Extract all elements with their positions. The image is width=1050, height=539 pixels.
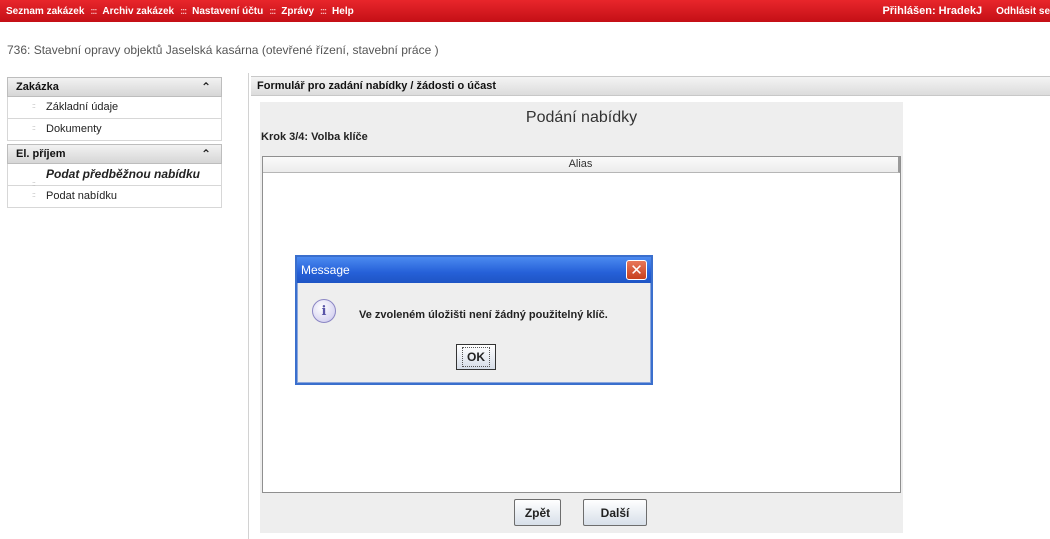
- bullet-icon: :::: [32, 103, 36, 110]
- sidebar-item-podat-predbeznou-nabidku[interactable]: ::: Podat předběžnou nabídku: [7, 164, 222, 188]
- dialog-title: Message: [301, 263, 350, 277]
- dialog-message: Ve zvoleném úložišti není žádný použitel…: [359, 309, 608, 321]
- dialog-title-bar[interactable]: Message ✕: [297, 257, 651, 283]
- sidebar-item-label: Základní údaje: [46, 101, 119, 113]
- logged-in-user: Přihlášen: HradekJ: [882, 5, 983, 17]
- collapse-chevron-icon[interactable]: ⌃: [201, 147, 211, 161]
- top-navigation-bar: Seznam zakázek ::: Archiv zakázek ::: Na…: [0, 0, 1050, 22]
- column-header-alias[interactable]: Alias: [263, 157, 900, 173]
- information-icon: i: [312, 299, 336, 323]
- sidebar-item-label: Podat předběžnou nabídku: [46, 167, 201, 181]
- nav-seznam-zakazek[interactable]: Seznam zakázek: [6, 6, 84, 17]
- sidebar-section-el-prijem[interactable]: El. příjem ⌃: [7, 144, 222, 164]
- bullet-icon: :::: [32, 192, 36, 199]
- close-icon[interactable]: ✕: [626, 260, 647, 280]
- next-button[interactable]: Další: [583, 499, 647, 526]
- nav-archiv-zakazek[interactable]: Archiv zakázek: [102, 6, 174, 17]
- ok-button[interactable]: OK: [456, 344, 496, 370]
- collapse-chevron-icon[interactable]: ⌃: [201, 80, 211, 94]
- sidebar: Zakázka ⌃ ::: Základní údaje ::: Dokumen…: [7, 77, 222, 208]
- form-header: Formulář pro zadání nabídky / žádosti o …: [251, 76, 1050, 96]
- logout-link[interactable]: Odhlásit se: [996, 6, 1050, 17]
- divider: [248, 73, 249, 539]
- nav-separator: :::: [320, 6, 327, 16]
- nav-separator: :::: [90, 6, 97, 16]
- nav-zpravy[interactable]: Zprávy: [281, 6, 314, 17]
- sidebar-item-zakladni-udaje[interactable]: ::: Základní údaje: [7, 97, 222, 119]
- step-indicator: Krok 3/4: Volba klíče: [261, 131, 368, 143]
- nav-nastaveni-uctu[interactable]: Nastavení účtu: [192, 6, 263, 17]
- user-area: Přihlášen: HradekJ Odhlásit se: [882, 0, 1050, 22]
- message-dialog: Message ✕ i Ve zvoleném úložišti není žá…: [295, 255, 653, 385]
- sidebar-item-label: Dokumenty: [46, 123, 102, 135]
- nav-separator: :::: [180, 6, 187, 16]
- top-menu: Seznam zakázek ::: Archiv zakázek ::: Na…: [6, 0, 354, 22]
- sidebar-item-dokumenty[interactable]: ::: Dokumenty: [7, 119, 222, 141]
- sidebar-section-title: El. příjem: [16, 148, 66, 160]
- sidebar-item-podat-nabidku[interactable]: ::: Podat nabídku: [7, 186, 222, 208]
- nav-help[interactable]: Help: [332, 6, 354, 17]
- back-button[interactable]: Zpět: [514, 499, 561, 526]
- bullet-icon: :::: [32, 125, 36, 132]
- sidebar-section-zakazka[interactable]: Zakázka ⌃: [7, 77, 222, 97]
- ok-button-label: OK: [462, 347, 490, 367]
- applet-title: Podání nabídky: [525, 109, 638, 126]
- sidebar-section-title: Zakázka: [16, 81, 59, 93]
- nav-separator: :::: [269, 6, 276, 16]
- sidebar-item-label: Podat nabídku: [46, 190, 117, 202]
- page-title: 736: Stavební opravy objektů Jaselská ka…: [7, 43, 439, 57]
